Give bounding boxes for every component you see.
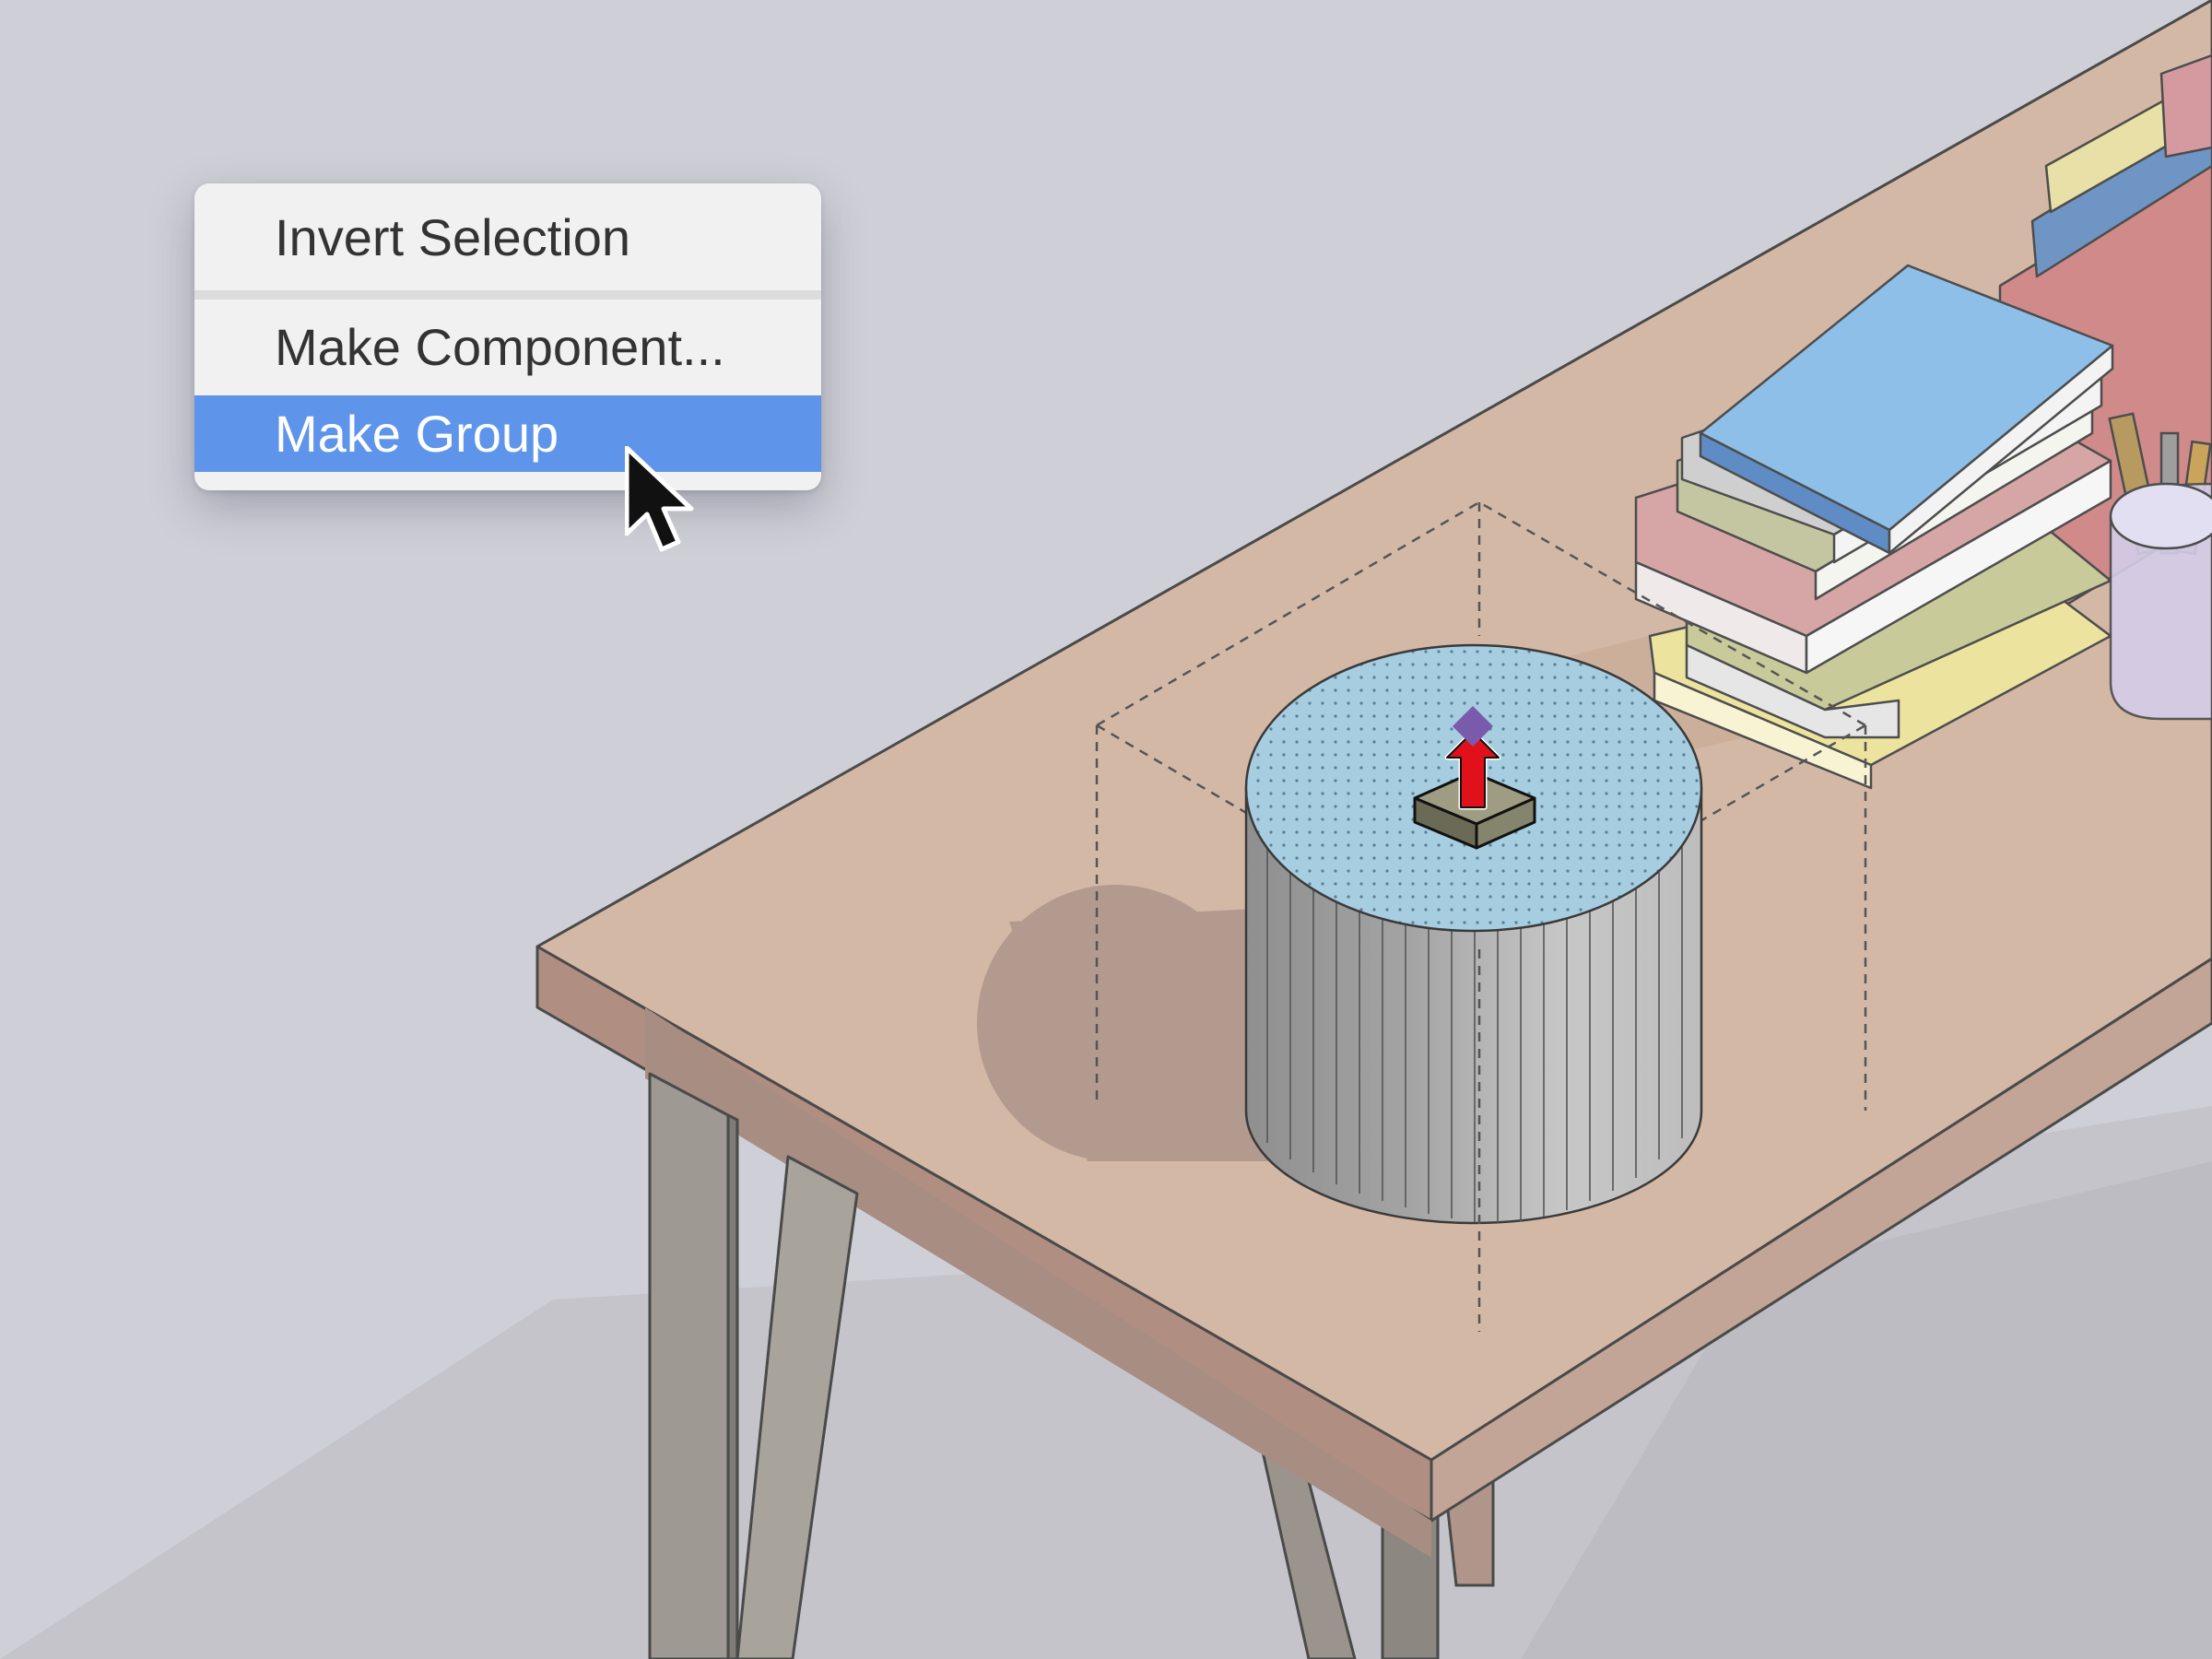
context-menu: Invert Selection Make Component... Make … — [194, 183, 821, 490]
menu-item-invert-selection[interactable]: Invert Selection — [194, 183, 821, 292]
menu-item-label: Invert Selection — [275, 208, 630, 266]
arrow-pointer-icon — [625, 446, 694, 552]
menu-item-label: Make Group — [275, 405, 559, 463]
menu-item-make-component[interactable]: Make Component... — [194, 300, 821, 395]
pencil-jar — [2108, 412, 2212, 721]
menu-separator — [194, 290, 821, 300]
menu-item-make-group[interactable]: Make Group — [194, 395, 821, 472]
menu-item-label: Make Component... — [275, 318, 725, 376]
